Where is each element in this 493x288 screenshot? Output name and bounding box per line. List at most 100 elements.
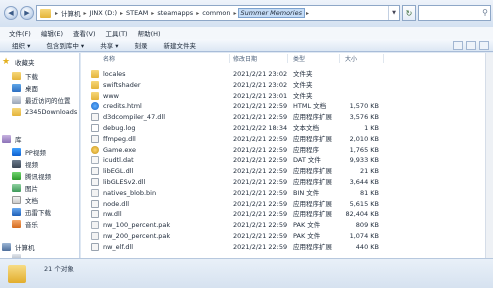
column-header-date[interactable]: 修改日期 bbox=[233, 53, 257, 64]
menu-view[interactable]: 查看(V) bbox=[68, 28, 101, 38]
table-row[interactable]: credits.html 2021/2/21 22:59 HTML 文档 1,570 … bbox=[81, 101, 493, 111]
dll-file-icon bbox=[91, 199, 99, 208]
view-controls bbox=[453, 41, 489, 50]
sidebar-item-documents[interactable]: 文档 bbox=[12, 194, 38, 206]
table-row[interactable]: locales 2021/2/21 23:02 文件夹 bbox=[81, 69, 493, 79]
organize-button[interactable]: 组织 ▾ bbox=[4, 40, 38, 50]
sidebar-item-music[interactable]: 音乐 bbox=[12, 218, 38, 230]
sidebar-item-label: 视频 bbox=[25, 161, 38, 169]
file-date: 2021/2/21 22:59 bbox=[233, 156, 288, 165]
breadcrumb-computer[interactable]: 计算机 bbox=[59, 8, 83, 18]
command-bar: 组织 ▾ 包含到库中 ▾ 共享 ▾ 刻录 新建文件夹 bbox=[0, 39, 493, 52]
sidebar-item-downloads[interactable]: 下载 bbox=[12, 70, 38, 82]
column-header-name[interactable]: 名称 bbox=[103, 53, 115, 64]
table-row[interactable]: libEGL.dll 2021/2/21 22:59 应用程序扩展 21 KB bbox=[81, 166, 493, 176]
file-date: 2021/2/21 22:59 bbox=[233, 199, 288, 208]
new-folder-button[interactable]: 新建文件夹 bbox=[156, 40, 205, 50]
breadcrumb-current-folder[interactable]: Summer Memories bbox=[237, 8, 305, 18]
star-icon: ★ bbox=[2, 57, 11, 67]
address-toolbar: ◀ ▶ ▸ 计算机 ▸ JINX (D:) ▸ STEAM ▸ steamapp… bbox=[0, 0, 493, 27]
search-input[interactable]: ⚲ bbox=[418, 5, 491, 21]
sidebar-item-favorites[interactable]: ★ 收藏夹 bbox=[2, 56, 35, 68]
refresh-icon: ↻ bbox=[405, 8, 413, 18]
table-row[interactable]: Game.exe 2021/2/21 22:59 应用程序 1,765 KB bbox=[81, 145, 493, 155]
sidebar-item-pp-video[interactable]: PP视频 bbox=[12, 146, 46, 158]
column-divider[interactable] bbox=[287, 54, 288, 63]
file-size: 9,933 KB bbox=[349, 156, 379, 165]
thunder-download-icon bbox=[12, 208, 21, 216]
folder-icon bbox=[40, 8, 51, 18]
menu-file[interactable]: 文件(F) bbox=[4, 28, 36, 38]
column-divider[interactable] bbox=[229, 54, 230, 63]
table-row[interactable]: ffmpeg.dll 2021/2/21 22:59 应用程序扩展 2,010 KB bbox=[81, 134, 493, 144]
column-divider[interactable] bbox=[339, 54, 340, 63]
sidebar-item-pictures[interactable]: 图片 bbox=[12, 182, 38, 194]
table-row[interactable]: natives_blob.bin 2021/2/21 22:59 BIN 文件 81 … bbox=[81, 188, 493, 198]
column-divider[interactable] bbox=[383, 54, 384, 63]
sidebar-item-desktop[interactable]: 桌面 bbox=[12, 82, 38, 94]
file-name: nw_elf.dll bbox=[103, 242, 134, 251]
menu-help[interactable]: 帮助(H) bbox=[133, 28, 166, 38]
forward-arrow-icon: ▶ bbox=[24, 9, 30, 17]
table-row[interactable]: debug.log 2021/2/22 18:34 文本文档 1 KB bbox=[81, 123, 493, 133]
documents-icon bbox=[12, 196, 21, 204]
view-options-icon[interactable] bbox=[453, 41, 463, 50]
folder-icon bbox=[91, 91, 99, 100]
table-row[interactable]: nw_100_percent.pak 2021/2/21 22:59 PAK 文件 8… bbox=[81, 220, 493, 230]
column-header-type[interactable]: 类型 bbox=[293, 53, 305, 64]
file-list: 名称 修改日期 类型 大小 locales 2021/2/21 23:02 文件夹 s… bbox=[81, 53, 493, 258]
dll-file-icon bbox=[91, 134, 99, 143]
breadcrumb-drive[interactable]: JINX (D:) bbox=[88, 9, 119, 17]
burn-button[interactable]: 刻录 bbox=[127, 40, 156, 50]
sidebar-item-recent-places[interactable]: 最近访问的位置 bbox=[12, 94, 71, 106]
forward-button[interactable]: ▶ bbox=[20, 6, 34, 20]
file-date: 2021/2/21 22:59 bbox=[233, 242, 288, 251]
file-type: 应用程序扩展 bbox=[293, 167, 332, 176]
address-dropdown-icon[interactable]: ▼ bbox=[388, 6, 399, 20]
table-row[interactable]: libGLESv2.dll 2021/2/21 22:59 应用程序扩展 3,644 … bbox=[81, 177, 493, 187]
table-row[interactable]: icudtl.dat 2021/2/21 22:59 DAT 文件 9,933 KB bbox=[81, 155, 493, 165]
help-icon[interactable] bbox=[479, 41, 489, 50]
file-date: 2021/2/21 23:02 bbox=[233, 80, 288, 89]
share-button[interactable]: 共享 ▾ bbox=[92, 40, 126, 50]
table-row[interactable]: node.dll 2021/2/21 22:59 应用程序扩展 5,615 KB bbox=[81, 199, 493, 209]
chevron-right-icon[interactable]: ▸ bbox=[305, 10, 310, 17]
vertical-scrollbar[interactable] bbox=[485, 53, 493, 258]
column-header-size[interactable]: 大小 bbox=[345, 53, 357, 64]
file-type: 文件夹 bbox=[293, 91, 313, 100]
sidebar-item-videos[interactable]: 视频 bbox=[12, 158, 38, 170]
breadcrumb-common[interactable]: common bbox=[200, 9, 232, 17]
file-size bbox=[343, 69, 379, 79]
breadcrumb-steam[interactable]: STEAM bbox=[124, 9, 150, 17]
file-name: icudtl.dat bbox=[103, 156, 134, 165]
refresh-button[interactable]: ↻ bbox=[402, 5, 416, 21]
sidebar-item-tencent-video[interactable]: 腾讯视频 bbox=[12, 170, 51, 182]
menu-tools[interactable]: 工具(T) bbox=[101, 28, 133, 38]
file-size: 1 KB bbox=[364, 124, 379, 132]
menu-edit[interactable]: 编辑(E) bbox=[36, 28, 68, 38]
navigation-pane: ★ 收藏夹 下载 桌面 最近访问的位置 2345Downloads 库 PP视频… bbox=[0, 53, 80, 258]
folder-icon bbox=[91, 80, 99, 89]
file-name: natives_blob.bin bbox=[103, 188, 157, 197]
address-bar[interactable]: ▸ 计算机 ▸ JINX (D:) ▸ STEAM ▸ steamapps ▸ … bbox=[36, 5, 400, 21]
file-name: nw_200_percent.pak bbox=[103, 232, 171, 240]
include-in-library-button[interactable]: 包含到库中 ▾ bbox=[38, 40, 92, 50]
table-row[interactable]: swiftshader 2021/2/21 23:02 文件夹 bbox=[81, 80, 493, 90]
back-button[interactable]: ◀ bbox=[4, 6, 18, 20]
sidebar-item-thunder-downloads[interactable]: 迅雷下载 bbox=[12, 206, 51, 218]
file-date: 2021/2/21 23:01 bbox=[233, 91, 288, 100]
table-row[interactable]: nw_200_percent.pak 2021/2/21 22:59 PAK 文件 1… bbox=[81, 231, 493, 241]
file-date: 2021/2/21 22:59 bbox=[233, 145, 288, 154]
table-row[interactable]: d3dcompiler_47.dll 2021/2/21 22:59 应用程序扩展 3… bbox=[81, 112, 493, 122]
file-size: 440 KB bbox=[355, 242, 379, 251]
breadcrumb-steamapps[interactable]: steamapps bbox=[155, 9, 195, 17]
table-row[interactable]: www 2021/2/21 23:01 文件夹 bbox=[81, 91, 493, 101]
sidebar-item-2345downloads[interactable]: 2345Downloads bbox=[12, 106, 77, 118]
sidebar-item-libraries[interactable]: 库 bbox=[2, 133, 22, 145]
preview-pane-icon[interactable] bbox=[466, 41, 476, 50]
file-size bbox=[343, 80, 379, 90]
search-icon: ⚲ bbox=[482, 8, 488, 17]
file-type: 文件夹 bbox=[293, 80, 313, 89]
table-row[interactable]: nw_elf.dll 2021/2/21 22:59 应用程序扩展 440 KB bbox=[81, 242, 493, 252]
table-row[interactable]: nw.dll 2021/2/21 22:59 应用程序扩展 82,404 KB bbox=[81, 209, 493, 219]
